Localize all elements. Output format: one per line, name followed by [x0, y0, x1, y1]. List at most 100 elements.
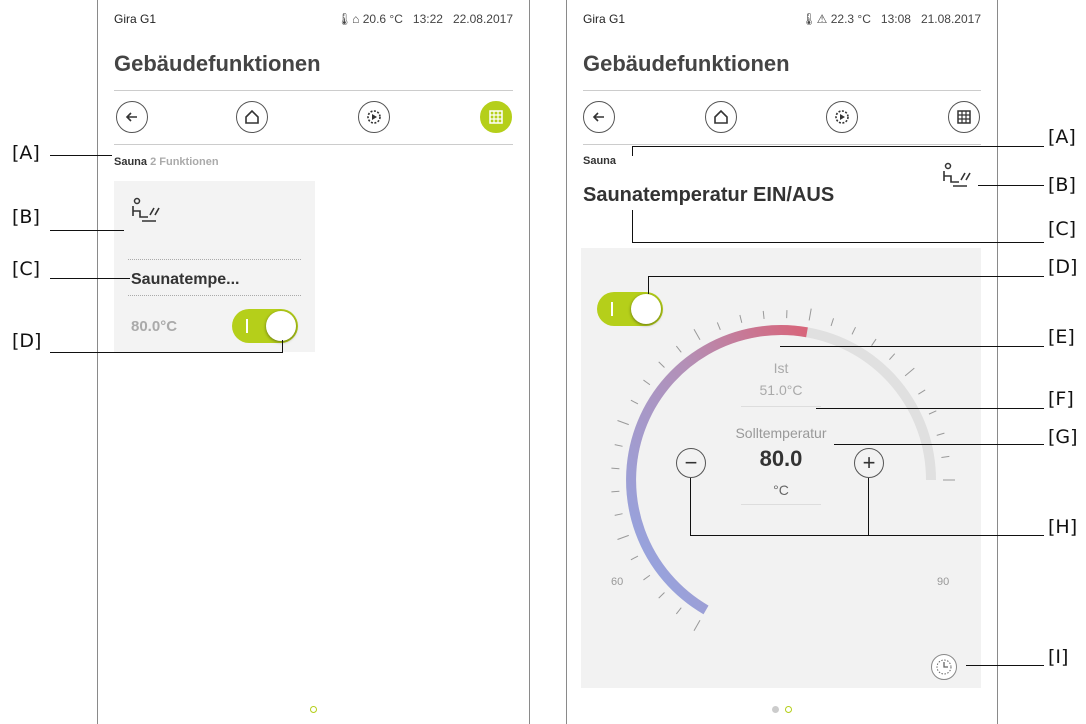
callout-line: [282, 340, 283, 353]
callout-label: [G]: [1048, 426, 1078, 448]
dial-tick: [617, 420, 629, 426]
increase-button[interactable]: +: [854, 448, 884, 478]
callout-line: [50, 352, 282, 353]
status-time: 13:22: [412, 12, 443, 26]
sauna-icon: [132, 197, 160, 222]
callout-line: [632, 146, 1044, 147]
callout-label: [A]: [12, 142, 40, 164]
page-dot[interactable]: [310, 706, 317, 713]
sauna-icon: [943, 162, 971, 187]
grid-button[interactable]: [480, 101, 512, 133]
setpoint-unit: °C: [773, 482, 789, 498]
dial-tick: [617, 534, 629, 540]
callout-line: [632, 146, 633, 156]
page-indicator[interactable]: [98, 702, 529, 716]
callout-line: [50, 278, 130, 279]
dial-tick: [904, 367, 915, 377]
grid-button[interactable]: [948, 101, 980, 133]
switch-knob: [266, 311, 296, 341]
function-tile[interactable]: Saunatempe... 80.0°C: [114, 181, 315, 352]
callout-label: [D]: [12, 330, 42, 352]
page-indicator[interactable]: [567, 702, 997, 716]
callout-line: [780, 346, 1044, 347]
grid-icon: [489, 110, 503, 124]
status-temp: 22.3 °C: [830, 12, 871, 26]
function-title: Saunatemperatur EIN/AUS: [583, 184, 835, 206]
callout-label: [E]: [1048, 326, 1075, 348]
dial-tick: [611, 467, 620, 470]
divider: [114, 144, 513, 145]
app-name: Gira G1: [114, 12, 157, 26]
dial-tick: [630, 399, 639, 405]
dial-tick: [941, 455, 950, 458]
divider: [128, 259, 301, 260]
home-button[interactable]: [705, 101, 737, 133]
dial-tick: [614, 513, 623, 516]
dial-tick: [716, 322, 721, 330]
settings-icon: [367, 110, 381, 124]
callout-label: [C]: [1048, 218, 1077, 240]
divider: [114, 90, 513, 91]
divider: [583, 90, 981, 91]
status-info: 🌡⚠ 22.3 °C 13:08 21.08.2017: [801, 12, 981, 26]
breadcrumb: Sauna: [583, 155, 617, 167]
dial-tick: [936, 432, 945, 436]
thermostat-panel: Ist 51.0°C Solltemperatur 80.0 °C − + 60…: [581, 248, 981, 688]
dial-tick: [928, 410, 937, 415]
clock-icon: [936, 659, 952, 675]
grid-icon: [957, 110, 971, 124]
dial-tick: [808, 308, 812, 321]
status-date: 22.08.2017: [452, 12, 513, 26]
page-dot-active[interactable]: [785, 706, 792, 713]
callout-label: [F]: [1048, 388, 1074, 410]
temperature-warning-icon: 🌡⚠: [801, 12, 828, 26]
divider: [583, 144, 981, 145]
function-value: 80.0°C: [131, 318, 178, 335]
divider: [741, 406, 821, 407]
dial-tick: [851, 326, 856, 335]
back-button[interactable]: [583, 101, 615, 133]
plus-icon: +: [862, 450, 876, 475]
callout-line: [690, 535, 1044, 536]
dial-tick: [658, 361, 665, 368]
callout-line: [978, 185, 1044, 186]
status-temp: 20.6 °C: [362, 12, 403, 26]
actual-label: Ist: [773, 360, 789, 376]
home-button[interactable]: [236, 101, 268, 133]
left-screen: Gira G1 🌡⌂ 20.6 °C 13:22 22.08.2017 Gebä…: [97, 0, 530, 724]
dial-tick: [658, 592, 665, 599]
settings-icon: [835, 110, 849, 124]
callout-line: [966, 665, 1044, 666]
page-dot[interactable]: [772, 706, 779, 713]
breadcrumb-count: 2: [150, 156, 157, 168]
callout-label: [B]: [12, 206, 40, 228]
divider: [128, 295, 301, 296]
decrease-button[interactable]: −: [676, 448, 706, 478]
callout-label: [I]: [1048, 646, 1069, 668]
settings-button[interactable]: [358, 101, 390, 133]
right-screen: Gira G1 🌡⚠ 22.3 °C 13:08 21.08.2017 Gebä…: [566, 0, 998, 724]
home-icon: [714, 109, 728, 124]
dial-tick: [675, 345, 682, 353]
switch-toggle[interactable]: [232, 309, 298, 343]
callout-line: [50, 230, 124, 231]
dial-tick: [762, 310, 765, 319]
callout-label: [D]: [1048, 256, 1078, 278]
page-title: Gebäudefunktionen: [114, 51, 321, 76]
status-date: 21.08.2017: [920, 12, 981, 26]
dial-tick: [693, 329, 701, 340]
back-button[interactable]: [116, 101, 148, 133]
callout-label: [C]: [12, 258, 41, 280]
callout-line: [834, 444, 1044, 445]
setpoint-value: 80.0: [759, 446, 803, 471]
callout-label: [H]: [1048, 516, 1078, 538]
settings-button[interactable]: [826, 101, 858, 133]
callout-line: [648, 276, 1044, 277]
timer-button[interactable]: [931, 654, 957, 680]
minus-icon: −: [684, 450, 698, 475]
dial-tick: [630, 555, 639, 561]
page-title: Gebäudefunktionen: [583, 51, 790, 76]
setpoint-label: Solltemperatur: [735, 425, 827, 441]
divider: [741, 504, 821, 505]
app-name: Gira G1: [583, 12, 626, 26]
